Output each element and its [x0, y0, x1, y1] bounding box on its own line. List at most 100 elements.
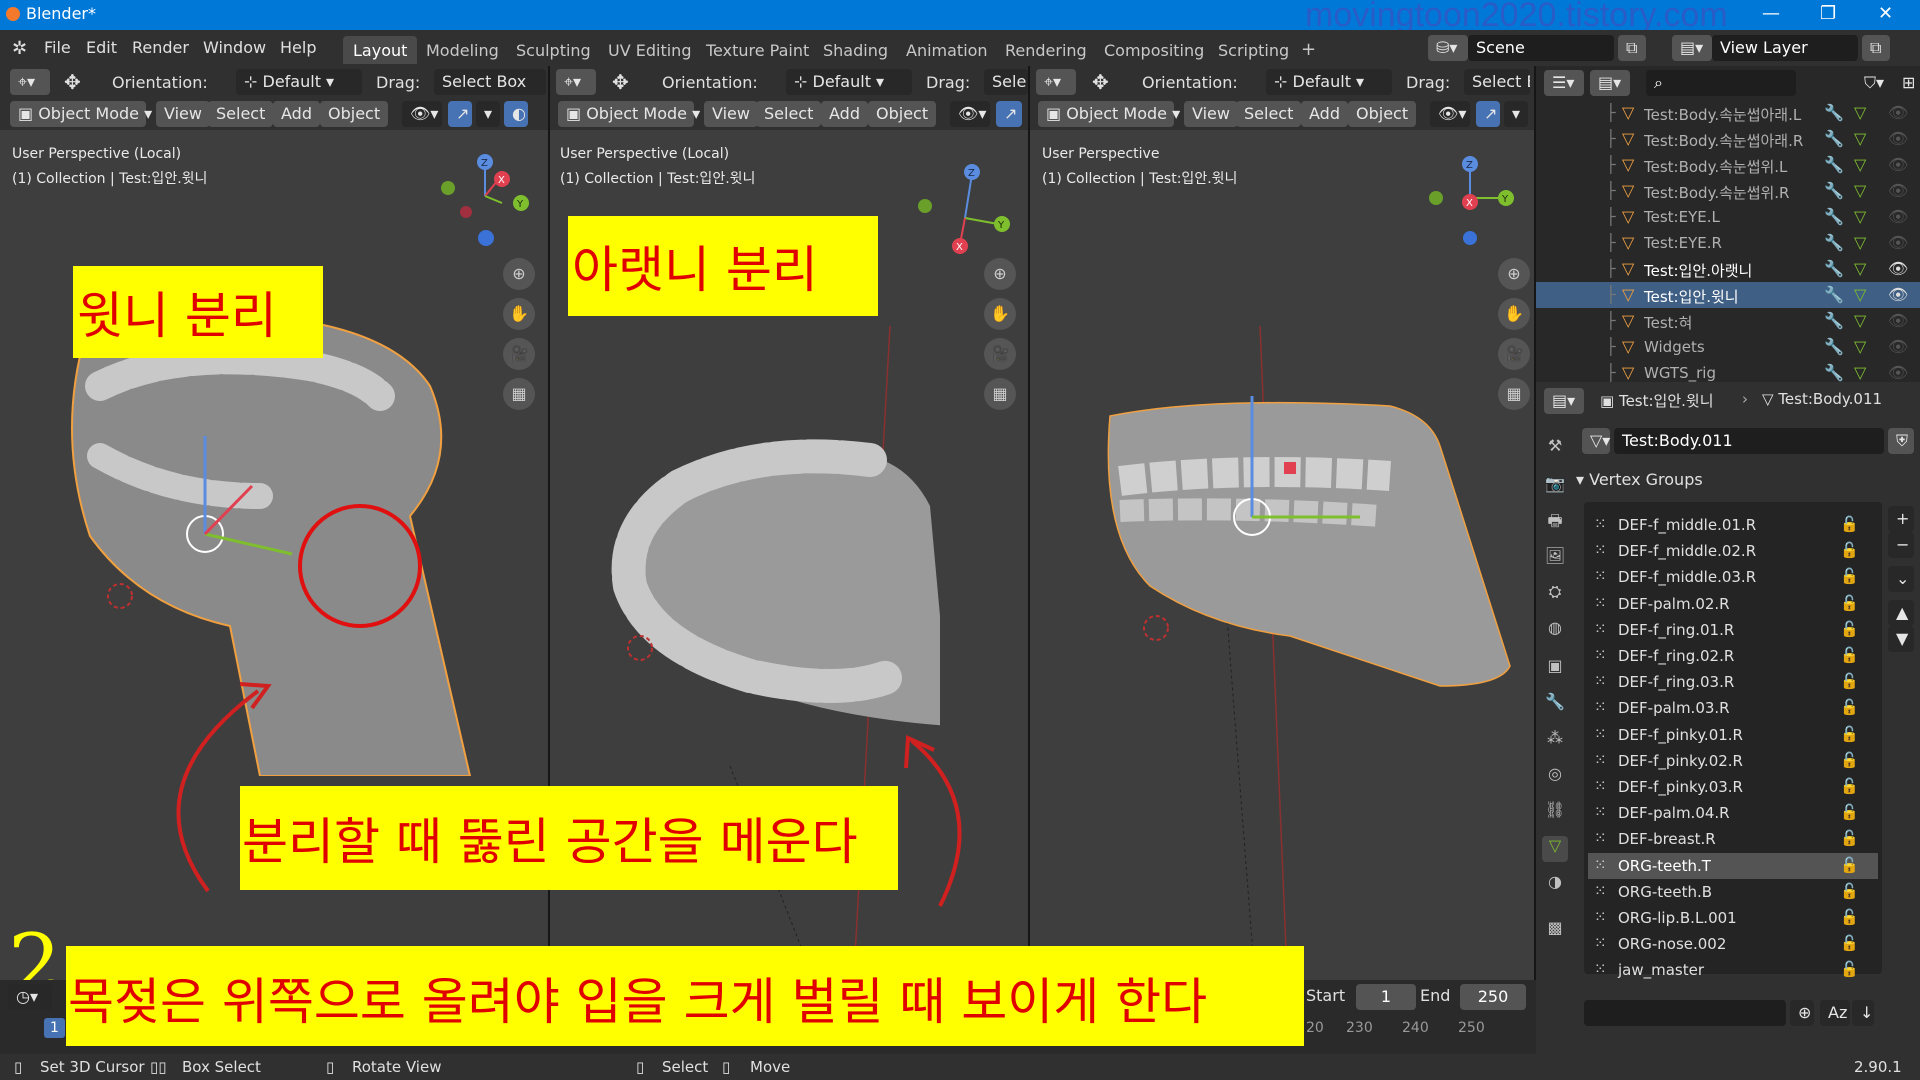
object-mode-dropdown[interactable]: ▣ Object Mode ▾ — [10, 101, 152, 127]
vertex-group-item[interactable]: ⁙ DEF-f_ring.03.R 🔓 — [1588, 669, 1878, 695]
viewport-2[interactable]: ⌖▾ ✥ Orientation: ⊹ Default ▾ Drag: Sele… — [550, 66, 1030, 1046]
mesh-data-icon[interactable]: ▽ — [1854, 337, 1866, 356]
view-layer-icon[interactable]: ▤▾ — [1672, 35, 1712, 61]
mesh-data-icon[interactable]: ▽ — [1854, 259, 1866, 278]
menu-render[interactable]: Render — [132, 38, 189, 57]
view-layer-tab-icon[interactable]: 🖼 — [1542, 546, 1568, 572]
lock-icon[interactable]: 🔓 — [1840, 725, 1859, 743]
mesh-data-icon[interactable]: ▽ — [1854, 103, 1866, 122]
mesh-data-icon[interactable]: ▽ — [1854, 155, 1866, 174]
object-tab-icon[interactable]: ▣ — [1542, 656, 1568, 682]
lock-icon[interactable]: 🔓 — [1840, 646, 1859, 664]
object-menu[interactable]: Object — [1348, 101, 1417, 127]
close-icon[interactable]: ✕ — [1878, 3, 1893, 24]
gizmo-dropdown-icon[interactable]: ▾ — [1504, 101, 1528, 127]
mesh-name-field[interactable]: Test:Body.011 — [1614, 428, 1884, 454]
remove-vertex-group-button[interactable]: − — [1888, 532, 1914, 558]
vertex-groups-panel-title[interactable]: ▾ Vertex Groups — [1576, 470, 1703, 489]
view-menu[interactable]: View — [1184, 101, 1238, 127]
modifier-icon[interactable]: 🔧 — [1824, 181, 1844, 200]
modifier-icon[interactable]: 🔧 — [1824, 129, 1844, 148]
orientation-dropdown[interactable]: ⊹ Default ▾ — [236, 69, 362, 95]
outliner-row[interactable]: ├ ▽ Test:혀 🔧 ▽ 👁 — [1536, 308, 1920, 334]
add-workspace-icon[interactable]: + — [1291, 36, 1326, 64]
scene-tab-icon[interactable]: ⛭ — [1542, 582, 1568, 608]
maximize-icon[interactable]: ❐ — [1820, 3, 1836, 24]
modifier-tab-icon[interactable]: 🔧 — [1542, 692, 1568, 718]
view-layer-name[interactable]: View Layer — [1712, 35, 1858, 61]
outliner-row[interactable]: ├ ▽ Test:입안.아랫니 🔧 ▽ 👁 — [1536, 256, 1920, 282]
lock-icon[interactable]: 🔓 — [1840, 515, 1859, 533]
lock-icon[interactable]: 🔓 — [1840, 934, 1859, 952]
camera-icon[interactable]: 🎥 — [984, 338, 1016, 370]
end-frame-field[interactable]: 250 — [1460, 984, 1526, 1010]
menu-file[interactable]: File — [44, 38, 71, 57]
lock-icon[interactable]: 🔓 — [1840, 751, 1859, 769]
scene-selector-icon[interactable]: ⛁▾ — [1428, 35, 1468, 61]
orientation-dropdown[interactable]: ⊹ Default ▾ — [1266, 69, 1392, 95]
visibility-icon[interactable]: 👁▾ — [402, 101, 442, 127]
modifier-icon[interactable]: 🔧 — [1824, 337, 1844, 356]
mesh-data-icon[interactable]: ▽ — [1854, 129, 1866, 148]
add-menu[interactable]: Add — [821, 101, 868, 127]
outliner-search-input[interactable]: ⌕ — [1646, 70, 1796, 96]
modifier-icon[interactable]: 🔧 — [1824, 363, 1844, 382]
vertex-group-item[interactable]: ⁙ DEF-f_pinky.01.R 🔓 — [1588, 722, 1878, 748]
lock-icon[interactable]: 🔓 — [1840, 856, 1859, 874]
object-mode-dropdown[interactable]: ▣ Object Mode ▾ — [1038, 101, 1180, 127]
drag-dropdown[interactable]: Select E — [1464, 69, 1530, 95]
sort-reverse-icon[interactable]: ↓ — [1852, 1000, 1874, 1026]
tab-modeling[interactable]: Modeling — [416, 36, 509, 64]
eye-icon[interactable]: 👁 — [1888, 363, 1908, 382]
lock-icon[interactable]: 🔓 — [1840, 882, 1859, 900]
particles-tab-icon[interactable]: ⁂ — [1542, 728, 1568, 754]
object-mode-dropdown[interactable]: ▣ Object Mode ▾ — [558, 101, 700, 127]
lock-icon[interactable]: 🔓 — [1840, 567, 1859, 585]
tab-uv-editing[interactable]: UV Editing — [598, 36, 701, 64]
menu-window[interactable]: Window — [203, 38, 266, 57]
outliner-row[interactable]: ├ ▽ Test:EYE.L 🔧 ▽ 👁 — [1536, 204, 1920, 230]
lock-icon[interactable]: 🔓 — [1840, 698, 1859, 716]
gizmo-icon[interactable]: ↗ — [448, 101, 472, 127]
vertex-group-item[interactable]: ⁙ ORG-lip.B.L.001 🔓 — [1588, 905, 1878, 931]
scene-name[interactable]: Scene — [1468, 35, 1614, 61]
menu-edit[interactable]: Edit — [86, 38, 117, 57]
vertex-group-item[interactable]: ⁙ DEF-f_ring.01.R 🔓 — [1588, 617, 1878, 643]
current-frame[interactable]: 1 — [44, 1018, 65, 1038]
vertex-group-item[interactable]: ⁙ DEF-palm.04.R 🔓 — [1588, 800, 1878, 826]
tab-animation[interactable]: Animation — [896, 36, 998, 64]
tab-shading[interactable]: Shading — [813, 36, 898, 64]
vertex-group-item[interactable]: ⁙ DEF-f_ring.02.R 🔓 — [1588, 643, 1878, 669]
vertex-group-item[interactable]: ⁙ DEF-f_pinky.02.R 🔓 — [1588, 748, 1878, 774]
vertex-group-item[interactable]: ⁙ DEF-f_middle.02.R 🔓 — [1588, 538, 1878, 564]
outliner-row[interactable]: ├ ▽ Test:Body.속눈썹위.L 🔧 ▽ 👁 — [1536, 152, 1920, 178]
tab-rendering[interactable]: Rendering — [995, 36, 1097, 64]
pan-icon[interactable]: ✋ — [984, 298, 1016, 330]
mesh-data-icon[interactable]: ▽ — [1854, 363, 1866, 382]
mesh-data-icon[interactable]: ▽ — [1854, 233, 1866, 252]
vertex-group-item[interactable]: ⁙ DEF-breast.R 🔓 — [1588, 826, 1878, 852]
properties-editor-icon[interactable]: ▤▾ — [1544, 388, 1584, 414]
editor-type-icon[interactable]: ⌖▾ — [556, 69, 596, 95]
vertex-group-item[interactable]: ⁙ ORG-teeth.B 🔓 — [1588, 879, 1878, 905]
outliner-row[interactable]: ├ ▽ Test:Body.속눈썹아래.R 🔧 ▽ 👁 — [1536, 126, 1920, 152]
output-tab-icon[interactable]: 🖶 — [1542, 510, 1568, 536]
lock-icon[interactable]: 🔓 — [1840, 672, 1859, 690]
filter-icon[interactable]: ⛉▾ — [1856, 70, 1892, 96]
lock-icon[interactable]: 🔓 — [1840, 541, 1859, 559]
move-down-icon[interactable]: ▼ — [1888, 626, 1914, 652]
start-frame-field[interactable]: 1 — [1356, 984, 1416, 1010]
eye-icon[interactable]: 👁 — [1888, 311, 1908, 330]
ortho-grid-icon[interactable]: ▦ — [984, 378, 1016, 410]
editor-type-icon[interactable]: ⌖▾ — [1036, 69, 1076, 95]
lock-icon[interactable]: 🔓 — [1840, 908, 1859, 926]
mesh-data-icon[interactable]: ▽ — [1854, 311, 1866, 330]
tab-layout[interactable]: Layout — [343, 36, 418, 64]
modifier-icon[interactable]: 🔧 — [1824, 285, 1844, 304]
outliner-row[interactable]: ├ ▽ Test:Body.속눈썹아래.L 🔧 ▽ 👁 — [1536, 100, 1920, 126]
vertex-group-item[interactable]: ⁙ DEF-f_middle.03.R 🔓 — [1588, 564, 1878, 590]
tab-texture-paint[interactable]: Texture Paint — [696, 36, 819, 64]
eye-icon[interactable]: 👁 — [1888, 155, 1908, 174]
lock-icon[interactable]: 🔓 — [1840, 960, 1859, 978]
vertex-group-item[interactable]: ⁙ jaw_master 🔓 — [1588, 957, 1878, 983]
